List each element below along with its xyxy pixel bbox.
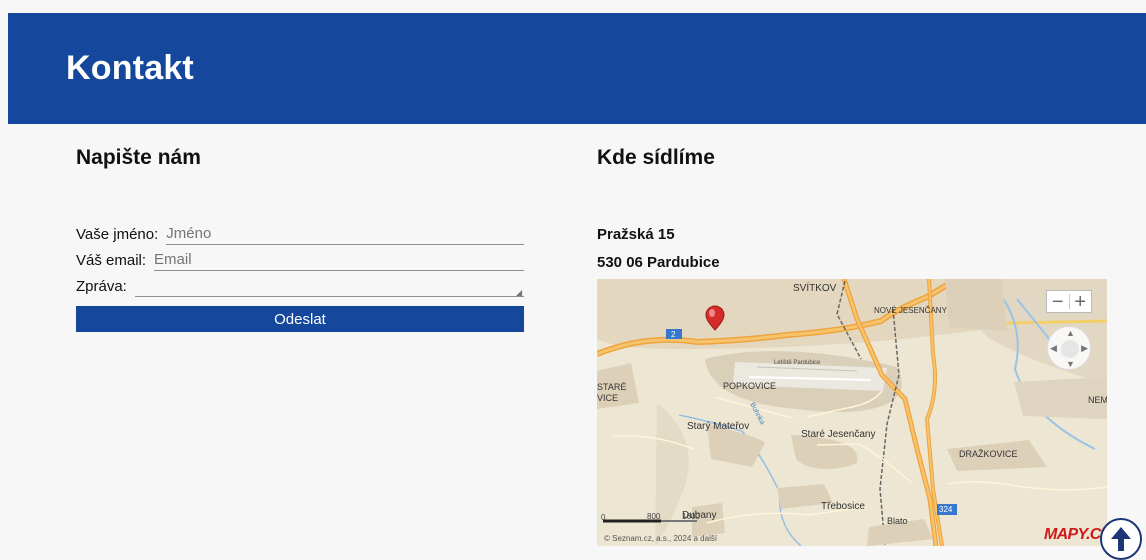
- back-to-top-button[interactable]: [1100, 518, 1142, 560]
- compass-center-icon: [1061, 340, 1079, 358]
- map-label-nove-jesencany: NOVÉ JESENČANY: [874, 306, 948, 315]
- message-label: Zpráva:: [76, 278, 127, 295]
- contact-form-heading: Napište nám: [76, 146, 201, 169]
- scale-end: 1600: [682, 512, 700, 521]
- pan-down-icon[interactable]: ▼: [1066, 359, 1075, 369]
- map-label-svitkov: SVÍTKOV: [793, 281, 837, 294]
- location-map[interactable]: 2 324 SVÍTKOV NOVÉ JESENČANY Letiště Par…: [597, 279, 1107, 546]
- arrow-up-icon: [1111, 527, 1131, 551]
- message-textarea[interactable]: [134, 279, 524, 297]
- map-label-stare-jesencany: Staré Jesenčany: [801, 429, 876, 440]
- message-row: Zpráva: ◢: [76, 271, 524, 297]
- name-row: Vaše jméno:: [76, 219, 524, 245]
- location-heading: Kde sídlíme: [597, 146, 715, 169]
- pan-right-icon[interactable]: ▶: [1081, 343, 1088, 354]
- route-324-label: 324: [939, 505, 953, 514]
- map-label-letiste: Letiště Pardubice: [774, 360, 821, 366]
- map-label-trebosice: Třebosice: [821, 501, 865, 512]
- email-label: Váš email:: [76, 252, 147, 269]
- map-label-drazkovice: DRAŽKOVICE: [959, 449, 1018, 459]
- route-2-label: 2: [671, 330, 676, 339]
- name-label: Vaše jméno:: [76, 226, 159, 243]
- scale-mid: 800: [647, 512, 661, 521]
- zoom-in-button[interactable]: +: [1069, 291, 1092, 312]
- map-zoom-controls: − +: [1046, 290, 1092, 313]
- pan-up-icon[interactable]: ▲: [1066, 328, 1075, 338]
- email-input[interactable]: [154, 249, 524, 271]
- email-row: Váš email:: [76, 245, 524, 271]
- street-address: Pražská 15: [597, 226, 675, 243]
- map-label-stare: STARÉ: [597, 382, 626, 392]
- contact-form: Vaše jméno: Váš email: Zpráva: ◢ Odeslat: [76, 219, 524, 332]
- zoom-out-button[interactable]: −: [1047, 291, 1069, 312]
- contact-page: Kontakt Napište nám Kde sídlíme Vaše jmé…: [0, 0, 1146, 560]
- map-canvas[interactable]: 2 324 SVÍTKOV NOVÉ JESENČANY Letiště Par…: [597, 279, 1107, 546]
- pan-left-icon[interactable]: ◀: [1050, 343, 1057, 354]
- contact-header: Kontakt: [8, 13, 1146, 124]
- map-label-stary-materov: Starý Mateřov: [687, 421, 749, 432]
- map-copyright: © Seznam.cz, a.s., 2024 a další: [604, 534, 718, 543]
- map-label-blato: Blato: [887, 516, 908, 526]
- map-pan-compass[interactable]: ▲ ◀ ▶ ▼: [1047, 326, 1091, 370]
- submit-button[interactable]: Odeslat: [76, 306, 524, 332]
- name-input[interactable]: [166, 223, 524, 245]
- resize-handle-icon[interactable]: ◢: [516, 289, 523, 297]
- city-address: 530 06 Pardubice: [597, 254, 720, 271]
- map-label-popkovice: POPKOVICE: [723, 381, 776, 391]
- page-title: Kontakt: [66, 49, 194, 87]
- map-label-nem: NEM: [1088, 395, 1107, 405]
- scale-start: 0: [601, 513, 606, 522]
- map-label-vice: VICE: [597, 393, 618, 403]
